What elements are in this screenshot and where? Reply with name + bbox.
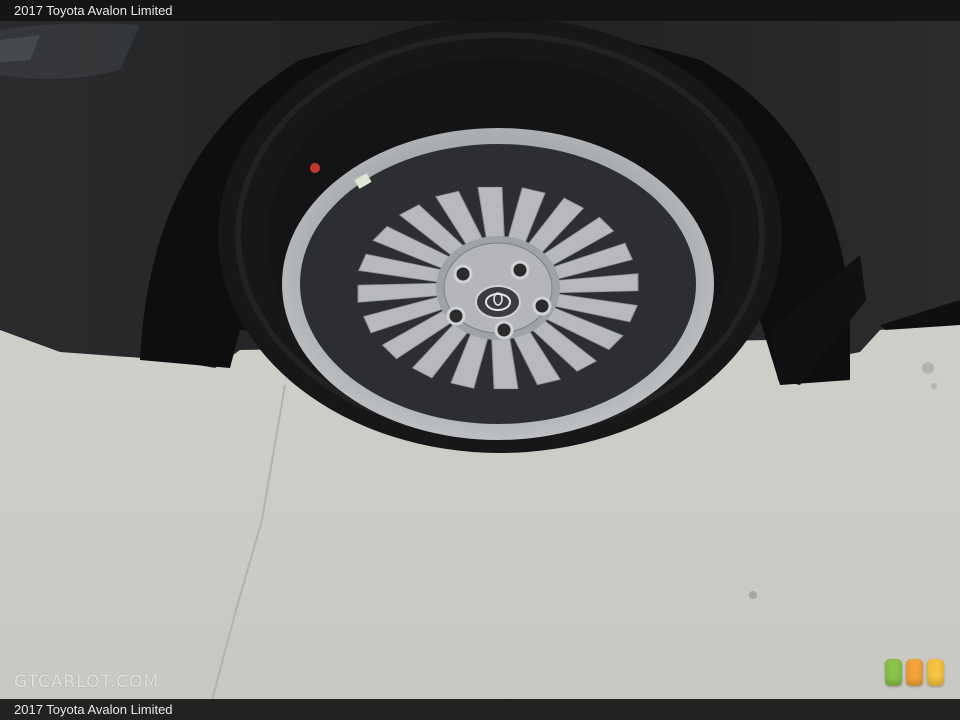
watermark: GTCARLOT.COM <box>14 672 160 692</box>
rim <box>282 128 714 440</box>
rating-lights-icon <box>885 659 945 687</box>
orange-light-icon <box>906 659 923 686</box>
green-light-icon <box>885 659 902 686</box>
header-caption: 2017 Toyota Avalon Limited <box>0 0 960 21</box>
footer-caption: 2017 Toyota Avalon Limited <box>0 699 960 720</box>
toyota-emblem-icon <box>475 285 521 319</box>
wheel-photo <box>0 0 960 720</box>
yellow-light-icon <box>927 659 944 686</box>
